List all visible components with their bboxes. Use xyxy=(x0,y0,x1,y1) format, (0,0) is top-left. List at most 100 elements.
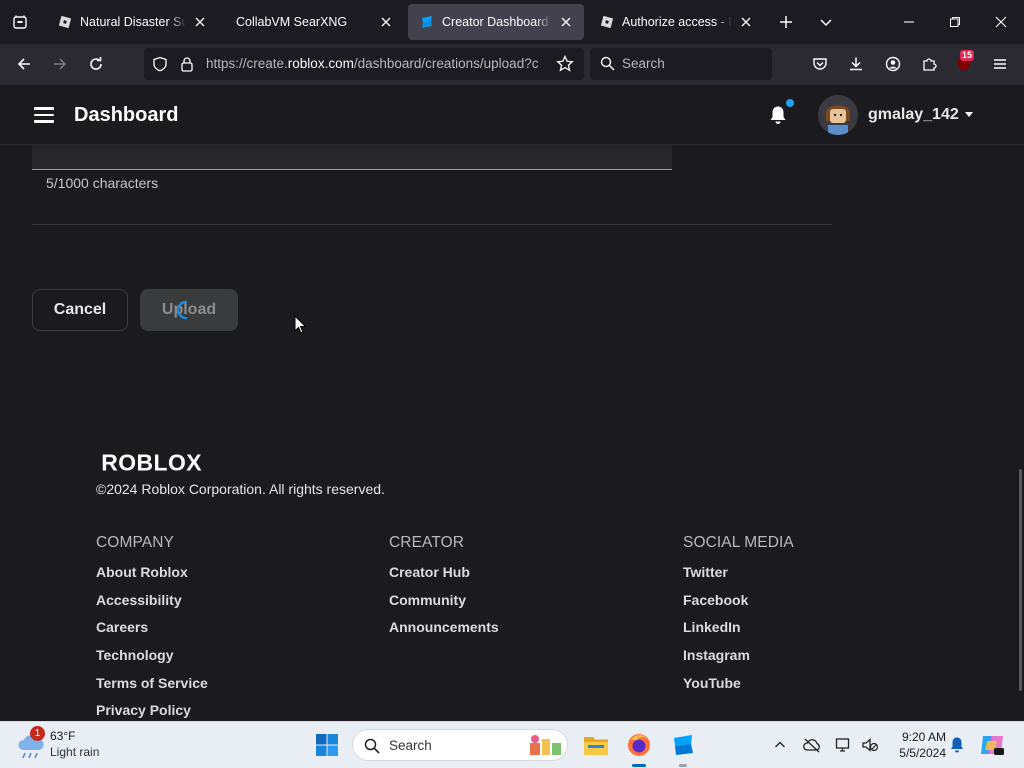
address-bar[interactable]: https://create.roblox.com/dashboard/crea… xyxy=(144,48,584,80)
close-window-button[interactable] xyxy=(987,8,1015,36)
close-tab-icon[interactable] xyxy=(738,14,754,30)
footer-heading: CREATOR xyxy=(389,534,465,551)
roblox-favicon-icon xyxy=(600,15,614,29)
page-title: Dashboard xyxy=(74,104,179,126)
tab-collabvm-searxng[interactable]: CollabVM SearXNG xyxy=(224,4,404,40)
footer-link-community[interactable]: Community xyxy=(389,591,499,619)
footer-link-youtube[interactable]: YouTube xyxy=(683,674,794,702)
show-hidden-icons-button[interactable] xyxy=(765,730,795,760)
bookmark-star-icon[interactable] xyxy=(556,55,574,73)
downloads-button[interactable] xyxy=(842,50,870,78)
app-menu-button[interactable] xyxy=(986,50,1014,78)
search-placeholder: Search xyxy=(622,56,665,71)
back-button[interactable] xyxy=(10,50,38,78)
lock-icon[interactable] xyxy=(180,56,194,72)
footer-link-linkedin[interactable]: LinkedIn xyxy=(683,618,794,646)
username[interactable]: gmalay_142 xyxy=(868,106,959,124)
footer-link-twitter[interactable]: Twitter xyxy=(683,563,794,591)
tab-title: Authorize access - Roblox xyxy=(622,15,732,29)
monitor-network-icon xyxy=(835,738,850,752)
extensions-button[interactable] xyxy=(915,50,943,78)
copyright-text: ©2024 Roblox Corporation. All rights res… xyxy=(96,481,385,497)
search-highlight-icon xyxy=(530,735,561,755)
footer-link-instagram[interactable]: Instagram xyxy=(683,646,794,674)
tab-natural-disaster[interactable]: Natural Disaster Survival xyxy=(46,4,218,40)
footer-link-creator-hub[interactable]: Creator Hub xyxy=(389,563,499,591)
account-icon xyxy=(885,56,901,72)
taskbar-search-box[interactable]: Search xyxy=(352,729,568,761)
search-icon xyxy=(600,56,615,71)
url-domain: roblox.com xyxy=(287,56,354,71)
minimize-button[interactable] xyxy=(895,8,923,36)
firefox-view-icon xyxy=(13,15,27,29)
notification-bell-icon[interactable] xyxy=(767,104,789,126)
browser-search-bar[interactable]: Search xyxy=(590,48,772,80)
file-explorer-button[interactable] xyxy=(581,730,611,760)
forward-button[interactable] xyxy=(46,50,74,78)
menu-icon[interactable] xyxy=(34,107,54,123)
download-icon xyxy=(850,57,862,71)
volume-muted-icon xyxy=(862,738,879,752)
search-icon xyxy=(364,738,380,754)
arrow-right-icon xyxy=(54,58,67,70)
weather-condition: Light rain xyxy=(50,745,100,759)
description-textarea[interactable] xyxy=(32,145,672,170)
weather-alert-badge: 1 xyxy=(30,726,45,741)
pocket-button[interactable] xyxy=(806,50,834,78)
new-tab-button[interactable] xyxy=(772,8,800,36)
firefox-taskbar-button[interactable] xyxy=(624,730,654,760)
notifications-button[interactable] xyxy=(942,730,972,760)
reload-button[interactable] xyxy=(82,50,110,78)
clock-time: 9:20 AM xyxy=(901,730,946,744)
tab-title: Natural Disaster Survival xyxy=(80,15,186,29)
page-content: Dashboard gmalay_142 5/1000 characters C… xyxy=(0,85,1024,721)
url-prefix: https://create. xyxy=(206,56,288,71)
shield-icon[interactable] xyxy=(152,56,168,72)
footer-link-accessibility[interactable]: Accessibility xyxy=(96,591,208,619)
windows-taskbar: 1 63°F Light rain Search 9:20 AM 5/5/202… xyxy=(0,721,1024,768)
avatar[interactable] xyxy=(818,95,858,135)
system-clock[interactable]: 9:20 AM 5/5/2024 xyxy=(886,729,946,761)
tab-creator-dashboard[interactable]: Creator Dashboard xyxy=(408,4,584,40)
list-all-tabs-button[interactable] xyxy=(812,8,840,36)
close-tab-icon[interactable] xyxy=(192,14,208,30)
section-divider xyxy=(32,224,832,225)
copilot-button[interactable] xyxy=(977,730,1007,760)
cancel-button[interactable]: Cancel xyxy=(32,289,128,331)
account-button[interactable] xyxy=(879,50,907,78)
extension-badge: 15 xyxy=(960,50,975,61)
footer-column-social-media: SOCIAL MEDIA Twitter Facebook LinkedIn I… xyxy=(683,534,794,701)
chevron-up-icon xyxy=(775,741,785,748)
url-text[interactable]: https://create.roblox.com/dashboard/crea… xyxy=(206,56,546,71)
chevron-down-icon xyxy=(820,19,832,27)
firefox-view-button[interactable] xyxy=(0,0,40,44)
roblox-studio-favicon-icon xyxy=(422,16,432,28)
notification-dot xyxy=(786,99,794,107)
hamburger-menu-icon xyxy=(994,59,1006,69)
tab-authorize-access[interactable]: Authorize access - Roblox xyxy=(588,4,764,40)
footer-link-technology[interactable]: Technology xyxy=(96,646,208,674)
weather-widget[interactable]: 1 63°F Light rain xyxy=(16,726,136,764)
roblox-logo-text: ROBLOX xyxy=(101,451,202,473)
dashboard-header: Dashboard gmalay_142 xyxy=(0,85,1024,145)
roblox-studio-taskbar-button[interactable] xyxy=(669,730,699,760)
restore-button[interactable] xyxy=(941,8,969,36)
footer-link-careers[interactable]: Careers xyxy=(96,618,208,646)
reload-icon xyxy=(90,57,102,70)
footer-link-announcements[interactable]: Announcements xyxy=(389,618,499,646)
user-menu-caret-icon[interactable] xyxy=(965,112,973,117)
footer-link-facebook[interactable]: Facebook xyxy=(683,591,794,619)
footer-link-privacy[interactable]: Privacy Policy xyxy=(96,701,208,721)
close-tab-icon[interactable] xyxy=(378,14,394,30)
onedrive-tray-button[interactable] xyxy=(797,730,827,760)
volume-tray-button[interactable] xyxy=(855,730,885,760)
roblox-logo[interactable]: ROBLOX xyxy=(96,451,222,473)
footer-link-about[interactable]: About Roblox xyxy=(96,563,208,591)
close-tab-icon[interactable] xyxy=(558,14,574,30)
footer-link-terms[interactable]: Terms of Service xyxy=(96,674,208,702)
tab-title: Creator Dashboard xyxy=(442,15,549,29)
page-scrollbar[interactable] xyxy=(1019,469,1022,691)
firefox-icon xyxy=(628,734,650,756)
start-button[interactable] xyxy=(312,730,342,760)
taskbar-search-placeholder: Search xyxy=(389,738,432,753)
